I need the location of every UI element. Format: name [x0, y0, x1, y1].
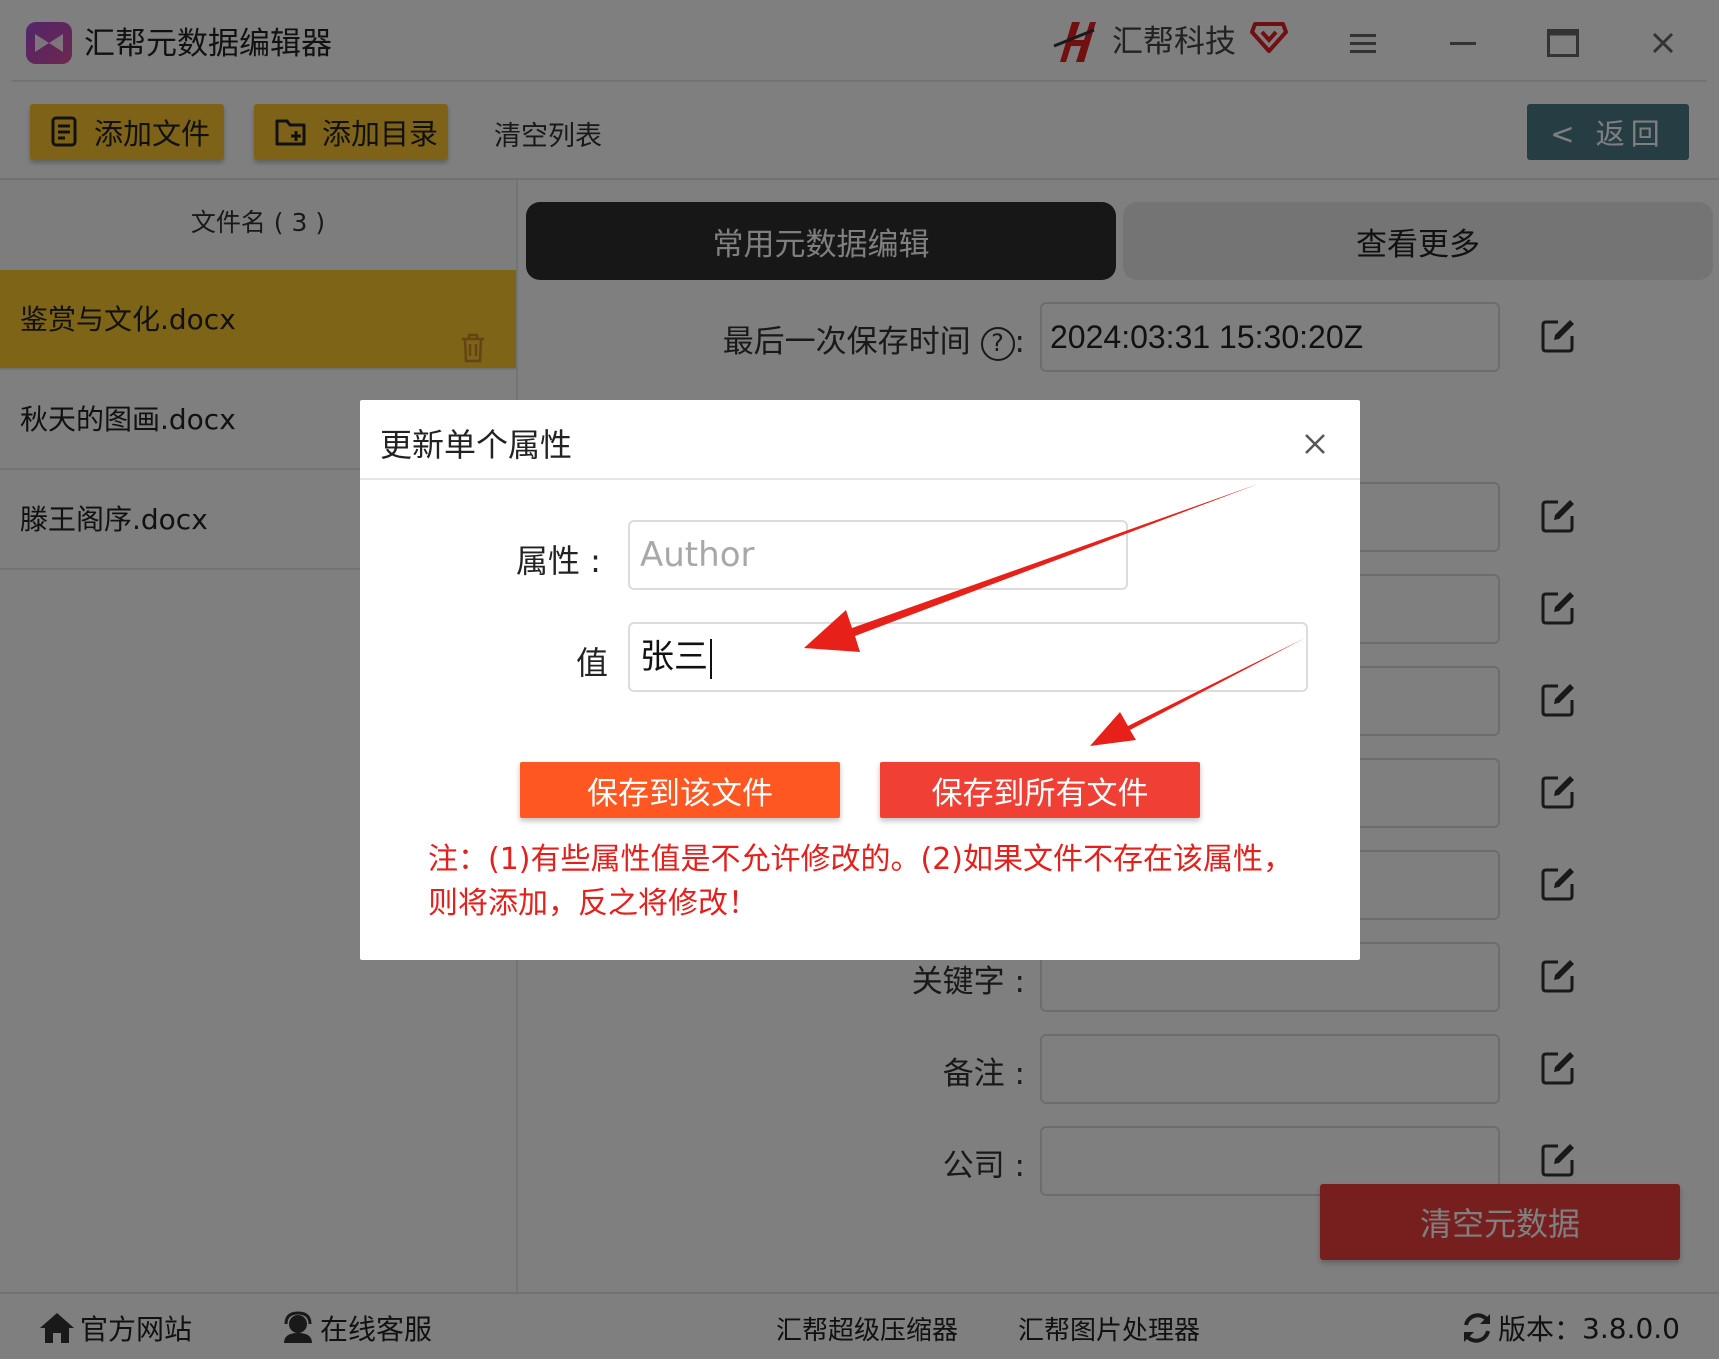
text-caret	[710, 638, 712, 679]
dialog-divider	[360, 478, 1360, 480]
dialog-close-icon[interactable]	[1295, 424, 1335, 464]
attribute-label: 属性 :	[516, 542, 601, 580]
update-attribute-dialog: 更新单个属性 属性 : Author 值 张三 保存到该文件 保存到所有文件 注…	[360, 400, 1360, 960]
save-to-all-files-button[interactable]: 保存到所有文件	[880, 762, 1200, 818]
value-label: 值	[576, 644, 609, 682]
dialog-note: 注：(1)有些属性值是不允许修改的。(2)如果文件不存在该属性，则将添加，反之将…	[428, 842, 1293, 921]
dialog-title: 更新单个属性	[380, 426, 573, 464]
attribute-input[interactable]: Author	[628, 520, 1128, 590]
save-to-this-file-button[interactable]: 保存到该文件	[520, 762, 840, 818]
value-text: 张三	[640, 637, 708, 677]
value-input[interactable]: 张三	[628, 622, 1308, 692]
